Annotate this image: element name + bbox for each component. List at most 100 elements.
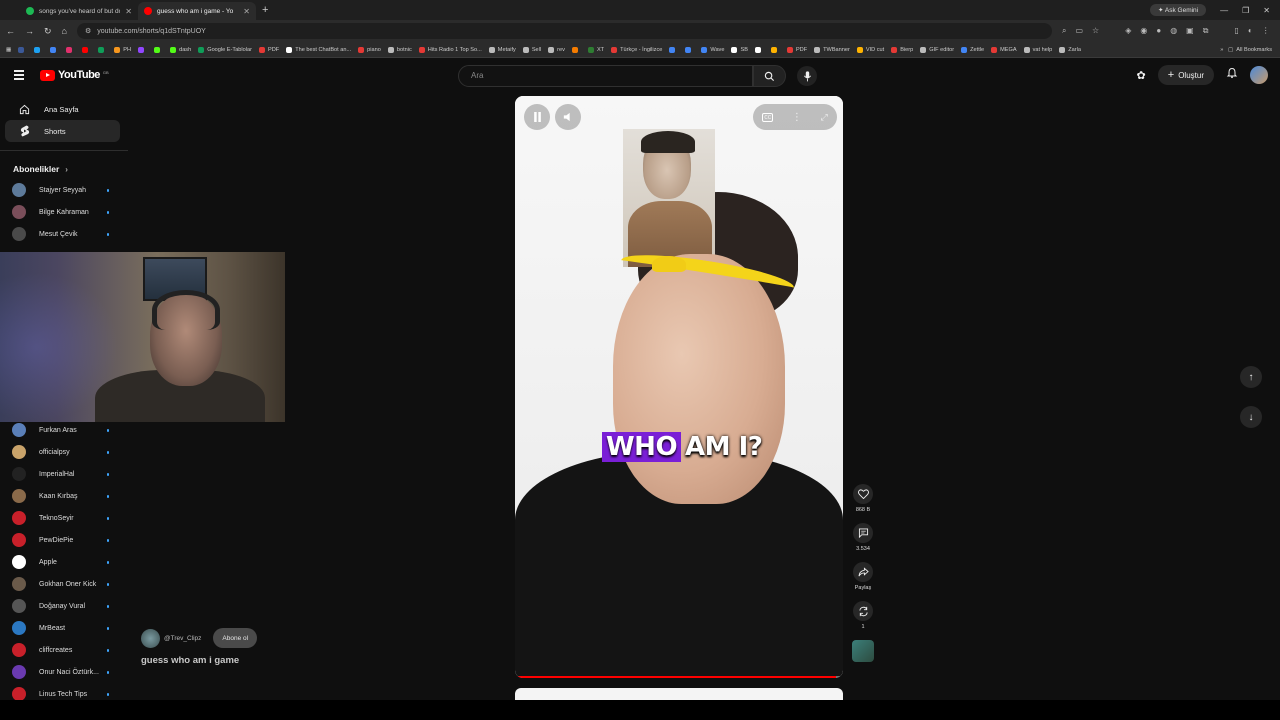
channel-name[interactable]: @Trev_Clipz [164, 635, 201, 642]
subscriptions-header[interactable]: Abonelikler › [0, 159, 128, 179]
ask-gemini-button[interactable]: ✦ Ask Gemini [1149, 4, 1207, 16]
bookmark-item[interactable]: GIF editor [920, 46, 954, 53]
account-avatar[interactable] [1250, 66, 1268, 84]
browser-tab[interactable]: guess who am i game - Yo ✕ [138, 2, 256, 20]
reload-icon[interactable]: ↻ [44, 26, 52, 37]
home-browser-icon[interactable]: ⌂ [62, 26, 67, 36]
star-icon[interactable]: ☆ [1092, 26, 1099, 36]
bookmark-item[interactable]: Türkçe - İngilizce [611, 46, 662, 53]
extension-icon[interactable]: ▣ [1186, 26, 1194, 36]
fullscreen-icon[interactable]: ⤢ [820, 112, 827, 123]
subscription-item[interactable]: ImperialHal [0, 463, 120, 485]
search-input[interactable]: Ara [458, 65, 753, 87]
bookmark-item[interactable]: botnic [387, 46, 412, 53]
bookmark-item[interactable] [138, 46, 147, 53]
bookmark-item[interactable]: SB [731, 46, 748, 53]
apps-icon[interactable]: ▦ [6, 47, 11, 53]
comment-button[interactable] [853, 523, 873, 543]
bookmark-item[interactable] [571, 46, 581, 53]
gemini-sparkle-icon[interactable]: ✿ [1137, 69, 1146, 82]
pause-button[interactable] [524, 104, 550, 130]
forward-icon[interactable]: → [25, 26, 34, 36]
sidebar-item-shorts[interactable]: Shorts [5, 120, 120, 142]
voice-search-button[interactable] [797, 66, 817, 86]
subscription-item[interactable]: Gokhan Oner Kick [0, 573, 120, 595]
heart-button[interactable] [853, 484, 873, 504]
bookmark-item[interactable]: MEGA [991, 46, 1017, 53]
bookmark-item[interactable]: XT [587, 46, 604, 53]
install-icon[interactable]: ▭ [1075, 26, 1083, 36]
all-bookmarks-button[interactable]: » ▢ All Bookmarks [1212, 42, 1272, 57]
bookmark-item[interactable] [34, 46, 43, 53]
bookmark-item[interactable] [685, 46, 694, 53]
bookmark-item[interactable] [154, 46, 163, 53]
extension-icon[interactable]: ◍ [1170, 26, 1177, 36]
short-video-player[interactable]: WHO AM I? cc ⋮ ⤢ [515, 96, 843, 678]
captions-icon[interactable]: cc [762, 112, 774, 122]
video-progress-bar[interactable] [515, 676, 843, 678]
url-text[interactable]: youtube.com/shorts/q1dSTntpUOY [97, 28, 206, 35]
close-tab-icon[interactable]: ✕ [243, 7, 250, 16]
maximize-icon[interactable]: ❐ [1242, 6, 1249, 15]
bookmark-item[interactable] [18, 46, 27, 53]
profile-icon[interactable]: ◐ [1248, 26, 1253, 36]
bookmark-item[interactable] [770, 46, 780, 53]
subscription-item[interactable]: officialpsy [0, 441, 120, 463]
subscription-item[interactable]: Mesut Çevik [0, 223, 120, 245]
site-info-icon[interactable]: ⚙ [85, 27, 91, 35]
bookmark-item[interactable] [50, 46, 59, 53]
subscription-item[interactable]: Doğanay Vural [0, 595, 120, 617]
subscription-item[interactable]: TeknoSeyir [0, 507, 120, 529]
bookmark-item[interactable]: PDF [259, 46, 279, 53]
sound-thumbnail[interactable] [852, 640, 874, 662]
extension-icon[interactable]: ◈ [1125, 26, 1131, 36]
next-short-button[interactable]: ↓ [1240, 406, 1262, 428]
bookmark-item[interactable]: Metaify [488, 46, 516, 53]
bookmark-item[interactable]: piano [358, 46, 381, 53]
bookmark-item[interactable]: vat help [1023, 46, 1052, 53]
share-button[interactable] [853, 562, 873, 582]
subscription-item[interactable]: PewDiePie [0, 529, 120, 551]
puzzle-icon[interactable]: ⧉ [1203, 26, 1209, 36]
bookmark-item[interactable]: TWBanner [814, 46, 850, 53]
bookmark-item[interactable]: Sell [522, 46, 541, 53]
new-tab-icon[interactable]: + [256, 4, 274, 16]
subscription-item[interactable]: Stajyer Seyyah [0, 179, 120, 201]
more-options-icon[interactable]: ⋮ [792, 112, 802, 123]
subscription-item[interactable]: Apple [0, 551, 120, 573]
volume-button[interactable] [555, 104, 581, 130]
subscription-item[interactable]: cliffcreates [0, 639, 120, 661]
bookmark-item[interactable]: dash [170, 46, 191, 53]
create-button[interactable]: + Oluştur [1157, 65, 1214, 85]
hamburger-menu-icon[interactable] [14, 70, 24, 80]
extension-icon[interactable]: ● [1156, 26, 1161, 36]
notifications-bell-icon[interactable] [1226, 66, 1238, 84]
minimize-icon[interactable]: — [1220, 6, 1228, 15]
subscription-item[interactable]: Onur Naci Öztürk... [0, 661, 120, 683]
omnibox[interactable]: ⚙ youtube.com/shorts/q1dSTntpUOY [76, 23, 1052, 39]
extension-icon[interactable]: ◉ [1140, 26, 1147, 36]
close-tab-icon[interactable]: ✕ [125, 7, 132, 16]
menu-icon[interactable]: ⋮ [1262, 26, 1270, 36]
back-icon[interactable]: ← [6, 26, 15, 36]
bookmark-item[interactable]: Hits Radio 1 Top So... [418, 46, 482, 53]
subscription-item[interactable]: MrBeast [0, 617, 120, 639]
sidebar-item-ana-sayfa[interactable]: Ana Sayfa [5, 98, 120, 120]
bookmark-item[interactable]: VID cut [856, 46, 884, 53]
zoom-icon[interactable]: ⌕ [1062, 26, 1066, 36]
bookmark-item[interactable] [66, 46, 75, 53]
bookmark-item[interactable]: Wave [701, 46, 724, 53]
search-button[interactable] [753, 65, 786, 87]
subscribe-button[interactable]: Abone ol [213, 628, 258, 648]
subscription-item[interactable]: Furkan Aras [0, 419, 120, 441]
youtube-logo[interactable]: YouTube GB [40, 69, 109, 81]
previous-short-button[interactable]: ↑ [1240, 366, 1262, 388]
short-title[interactable]: guess who am i game [141, 655, 239, 666]
bookmark-item[interactable] [98, 46, 107, 53]
bookmark-item[interactable]: Google E-Tablolar [198, 46, 252, 53]
bookmark-item[interactable]: Zettle [961, 46, 984, 53]
bookmark-item[interactable]: rev [548, 46, 565, 53]
bookmark-item[interactable] [754, 46, 764, 53]
subscription-item[interactable]: Kaan Kırbaş [0, 485, 120, 507]
sidepanel-icon[interactable]: ▯ [1234, 26, 1238, 36]
